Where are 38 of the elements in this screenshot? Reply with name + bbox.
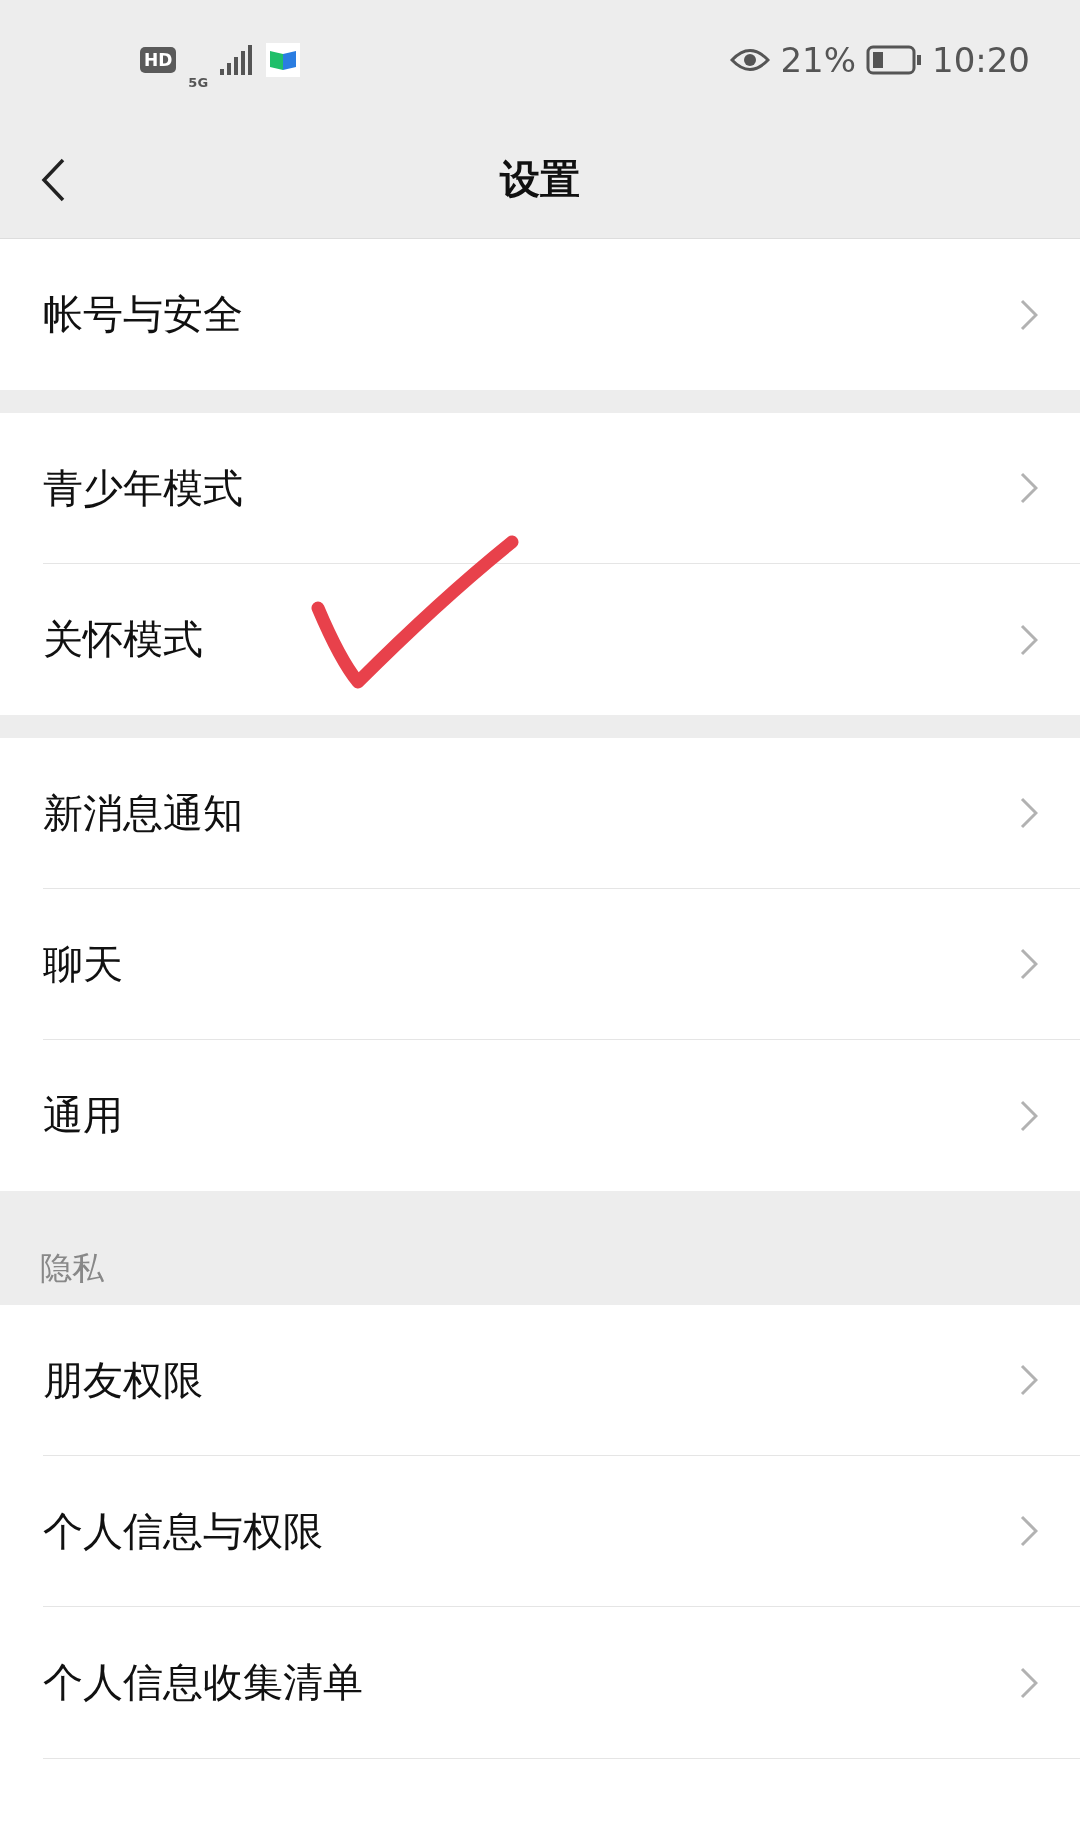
battery-icon — [866, 45, 922, 75]
book-app-icon — [266, 43, 301, 77]
settings-row[interactable]: 通用 — [43, 1040, 1080, 1191]
eye-icon — [730, 47, 771, 73]
row-label: 关怀模式 — [43, 615, 204, 664]
battery-percent: 21% — [780, 40, 856, 80]
chevron-icon — [1020, 1666, 1038, 1699]
chevron-icon — [1020, 948, 1038, 980]
chevron-icon — [1020, 797, 1038, 829]
chevron-icon — [1020, 1364, 1038, 1396]
settings-row[interactable]: 聊天 — [43, 889, 1080, 1040]
row-label: 聊天 — [43, 939, 124, 989]
row-label: 个人信息收集清单 — [43, 1658, 364, 1707]
row-label: 帐号与安全 — [43, 290, 244, 339]
chevron-icon — [1020, 472, 1038, 504]
row-label: 朋友权限 — [43, 1355, 204, 1405]
hd-badge: HD — [140, 47, 177, 73]
row-label: 个人信息与权限 — [43, 1506, 324, 1556]
chevron-icon — [1020, 1099, 1038, 1132]
chevron-icon — [1020, 1515, 1038, 1547]
back-chevron-icon — [41, 158, 65, 202]
settings-row[interactable]: 帐号与安全 — [43, 239, 1080, 390]
settings-row[interactable]: 青少年模式 — [43, 413, 1080, 564]
chevron-icon — [1020, 623, 1038, 656]
network-label: 5G — [188, 74, 209, 90]
signal-icon — [220, 45, 255, 75]
row-label: 新消息通知 — [43, 788, 244, 838]
row-label: 通用 — [43, 1091, 124, 1140]
chevron-icon — [1020, 298, 1038, 331]
settings-row[interactable]: 个人信息收集清单 — [43, 1607, 1080, 1758]
settings-row[interactable]: 关怀模式 — [43, 564, 1080, 715]
settings-row[interactable]: 个人信息与权限 — [43, 1456, 1080, 1607]
settings-row[interactable]: 新消息通知 — [43, 738, 1080, 889]
row-label: 青少年模式 — [43, 463, 244, 513]
section-header: 隐私 — [40, 1248, 104, 1289]
settings-row[interactable]: 朋友权限 — [43, 1305, 1080, 1456]
page-title: 设置 — [500, 154, 580, 204]
clock-time: 10:20 — [932, 40, 1030, 80]
